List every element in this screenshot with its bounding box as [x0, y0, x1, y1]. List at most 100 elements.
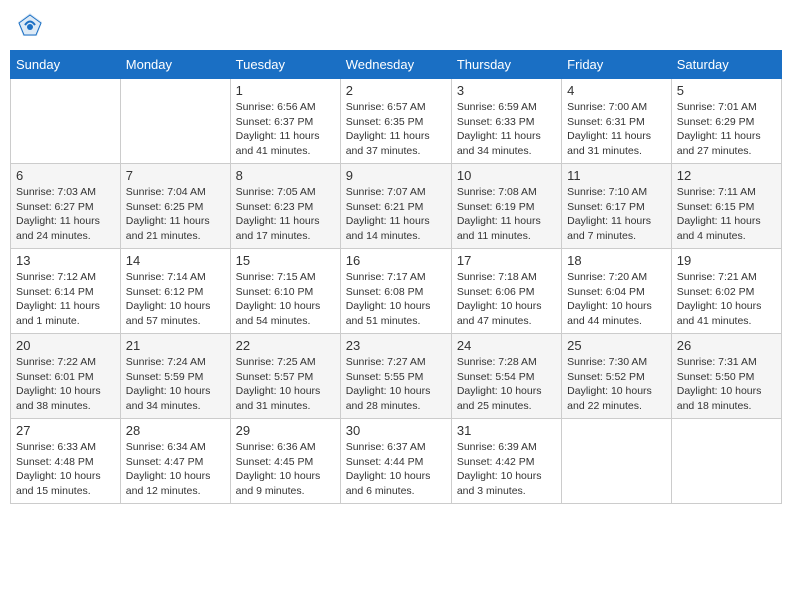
- calendar-cell: 2 Sunrise: 6:57 AM Sunset: 6:35 PM Daylig…: [340, 79, 451, 164]
- day-info: Sunrise: 7:21 AM Sunset: 6:02 PM Dayligh…: [677, 270, 776, 329]
- calendar-table: SundayMondayTuesdayWednesdayThursdayFrid…: [10, 50, 782, 504]
- day-info: Sunrise: 7:17 AM Sunset: 6:08 PM Dayligh…: [346, 270, 446, 329]
- calendar-cell: 28Sunrise: 6:34 AM Sunset: 4:47 PM Dayli…: [120, 419, 230, 504]
- calendar-cell: 7Sunrise: 7:04 AM Sunset: 6:25 PM Daylig…: [120, 164, 230, 249]
- calendar-cell: 4 Sunrise: 7:00 AM Sunset: 6:31 PM Daylig…: [562, 79, 672, 164]
- calendar-cell: 30 Sunrise: 6:37 AM Sunset: 4:44 PM Dayli…: [340, 419, 451, 504]
- day-info: Sunrise: 6:34 AM Sunset: 4:47 PM Dayligh…: [126, 440, 225, 499]
- calendar-cell: [671, 419, 781, 504]
- day-info: Sunrise: 6:37 AM Sunset: 4:44 PM Dayligh…: [346, 440, 446, 499]
- day-info: Sunrise: 7:18 AM Sunset: 6:06 PM Dayligh…: [457, 270, 556, 329]
- day-number: 19: [677, 253, 776, 268]
- page-header: [10, 10, 782, 40]
- day-number: 12: [677, 168, 776, 183]
- calendar-cell: 1 Sunrise: 6:56 AM Sunset: 6:37 PM Daylig…: [230, 79, 340, 164]
- calendar-cell: 27 Sunrise: 6:33 AM Sunset: 4:48 PM Dayli…: [11, 419, 121, 504]
- day-number: 14: [126, 253, 225, 268]
- day-info: Sunrise: 7:25 AM Sunset: 5:57 PM Dayligh…: [236, 355, 335, 414]
- calendar-cell: 26 Sunrise: 7:31 AM Sunset: 5:50 PM Dayli…: [671, 334, 781, 419]
- day-number: 4: [567, 83, 666, 98]
- day-info: Sunrise: 7:15 AM Sunset: 6:10 PM Dayligh…: [236, 270, 335, 329]
- day-number: 27: [16, 423, 115, 438]
- calendar-cell: 14 Sunrise: 7:14 AM Sunset: 6:12 PM Dayli…: [120, 249, 230, 334]
- day-number: 22: [236, 338, 335, 353]
- day-of-week-header: Tuesday: [230, 51, 340, 79]
- calendar-cell: 17 Sunrise: 7:18 AM Sunset: 6:06 PM Dayli…: [451, 249, 561, 334]
- calendar-cell: 25 Sunrise: 7:30 AM Sunset: 5:52 PM Dayli…: [562, 334, 672, 419]
- day-number: 9: [346, 168, 446, 183]
- day-number: 6: [16, 168, 115, 183]
- day-number: 25: [567, 338, 666, 353]
- day-info: Sunrise: 6:33 AM Sunset: 4:48 PM Dayligh…: [16, 440, 115, 499]
- calendar-cell: 16Sunrise: 7:17 AM Sunset: 6:08 PM Dayli…: [340, 249, 451, 334]
- day-number: 13: [16, 253, 115, 268]
- day-info: Sunrise: 7:00 AM Sunset: 6:31 PM Dayligh…: [567, 100, 666, 159]
- day-number: 26: [677, 338, 776, 353]
- day-number: 31: [457, 423, 556, 438]
- calendar-cell: 20 Sunrise: 7:22 AM Sunset: 6:01 PM Dayli…: [11, 334, 121, 419]
- calendar-cell: [120, 79, 230, 164]
- calendar-cell: 3 Sunrise: 6:59 AM Sunset: 6:33 PM Daylig…: [451, 79, 561, 164]
- day-of-week-header: Wednesday: [340, 51, 451, 79]
- day-number: 5: [677, 83, 776, 98]
- calendar-cell: 10 Sunrise: 7:08 AM Sunset: 6:19 PM Dayli…: [451, 164, 561, 249]
- day-number: 10: [457, 168, 556, 183]
- calendar-cell: 19 Sunrise: 7:21 AM Sunset: 6:02 PM Dayli…: [671, 249, 781, 334]
- day-number: 17: [457, 253, 556, 268]
- day-info: Sunrise: 7:11 AM Sunset: 6:15 PM Dayligh…: [677, 185, 776, 244]
- day-info: Sunrise: 7:30 AM Sunset: 5:52 PM Dayligh…: [567, 355, 666, 414]
- day-number: 2: [346, 83, 446, 98]
- calendar-cell: 6 Sunrise: 7:03 AM Sunset: 6:27 PM Daylig…: [11, 164, 121, 249]
- day-info: Sunrise: 7:20 AM Sunset: 6:04 PM Dayligh…: [567, 270, 666, 329]
- calendar-cell: 23Sunrise: 7:27 AM Sunset: 5:55 PM Dayli…: [340, 334, 451, 419]
- day-number: 7: [126, 168, 225, 183]
- calendar-week-row: 20 Sunrise: 7:22 AM Sunset: 6:01 PM Dayli…: [11, 334, 782, 419]
- calendar-cell: 21Sunrise: 7:24 AM Sunset: 5:59 PM Dayli…: [120, 334, 230, 419]
- day-info: Sunrise: 6:57 AM Sunset: 6:35 PM Dayligh…: [346, 100, 446, 159]
- day-number: 1: [236, 83, 335, 98]
- day-number: 20: [16, 338, 115, 353]
- day-number: 3: [457, 83, 556, 98]
- day-number: 29: [236, 423, 335, 438]
- day-info: Sunrise: 7:22 AM Sunset: 6:01 PM Dayligh…: [16, 355, 115, 414]
- logo: [15, 10, 49, 40]
- calendar-cell: 5 Sunrise: 7:01 AM Sunset: 6:29 PM Daylig…: [671, 79, 781, 164]
- calendar-cell: 13Sunrise: 7:12 AM Sunset: 6:14 PM Dayli…: [11, 249, 121, 334]
- day-of-week-header: Thursday: [451, 51, 561, 79]
- calendar-cell: [562, 419, 672, 504]
- day-of-week-header: Monday: [120, 51, 230, 79]
- day-info: Sunrise: 7:01 AM Sunset: 6:29 PM Dayligh…: [677, 100, 776, 159]
- logo-icon: [15, 10, 45, 40]
- day-of-week-header: Saturday: [671, 51, 781, 79]
- day-of-week-header: Sunday: [11, 51, 121, 79]
- calendar-cell: 24 Sunrise: 7:28 AM Sunset: 5:54 PM Dayli…: [451, 334, 561, 419]
- day-info: Sunrise: 7:28 AM Sunset: 5:54 PM Dayligh…: [457, 355, 556, 414]
- calendar-cell: 31 Sunrise: 6:39 AM Sunset: 4:42 PM Dayli…: [451, 419, 561, 504]
- day-info: Sunrise: 6:59 AM Sunset: 6:33 PM Dayligh…: [457, 100, 556, 159]
- day-info: Sunrise: 6:36 AM Sunset: 4:45 PM Dayligh…: [236, 440, 335, 499]
- day-number: 30: [346, 423, 446, 438]
- day-info: Sunrise: 7:08 AM Sunset: 6:19 PM Dayligh…: [457, 185, 556, 244]
- calendar-cell: 12 Sunrise: 7:11 AM Sunset: 6:15 PM Dayli…: [671, 164, 781, 249]
- calendar-week-row: 27 Sunrise: 6:33 AM Sunset: 4:48 PM Dayli…: [11, 419, 782, 504]
- day-info: Sunrise: 7:10 AM Sunset: 6:17 PM Dayligh…: [567, 185, 666, 244]
- day-number: 15: [236, 253, 335, 268]
- day-info: Sunrise: 7:03 AM Sunset: 6:27 PM Dayligh…: [16, 185, 115, 244]
- calendar-cell: 29 Sunrise: 6:36 AM Sunset: 4:45 PM Dayli…: [230, 419, 340, 504]
- day-number: 24: [457, 338, 556, 353]
- day-info: Sunrise: 6:39 AM Sunset: 4:42 PM Dayligh…: [457, 440, 556, 499]
- calendar-header-row: SundayMondayTuesdayWednesdayThursdayFrid…: [11, 51, 782, 79]
- day-info: Sunrise: 7:05 AM Sunset: 6:23 PM Dayligh…: [236, 185, 335, 244]
- day-info: Sunrise: 7:24 AM Sunset: 5:59 PM Dayligh…: [126, 355, 225, 414]
- calendar-cell: 11 Sunrise: 7:10 AM Sunset: 6:17 PM Dayli…: [562, 164, 672, 249]
- calendar-cell: 9 Sunrise: 7:07 AM Sunset: 6:21 PM Daylig…: [340, 164, 451, 249]
- calendar-cell: 22 Sunrise: 7:25 AM Sunset: 5:57 PM Dayli…: [230, 334, 340, 419]
- day-number: 11: [567, 168, 666, 183]
- day-info: Sunrise: 7:31 AM Sunset: 5:50 PM Dayligh…: [677, 355, 776, 414]
- day-info: Sunrise: 7:14 AM Sunset: 6:12 PM Dayligh…: [126, 270, 225, 329]
- calendar-cell: 18 Sunrise: 7:20 AM Sunset: 6:04 PM Dayli…: [562, 249, 672, 334]
- calendar-week-row: 1 Sunrise: 6:56 AM Sunset: 6:37 PM Daylig…: [11, 79, 782, 164]
- day-info: Sunrise: 7:07 AM Sunset: 6:21 PM Dayligh…: [346, 185, 446, 244]
- day-number: 18: [567, 253, 666, 268]
- day-info: Sunrise: 6:56 AM Sunset: 6:37 PM Dayligh…: [236, 100, 335, 159]
